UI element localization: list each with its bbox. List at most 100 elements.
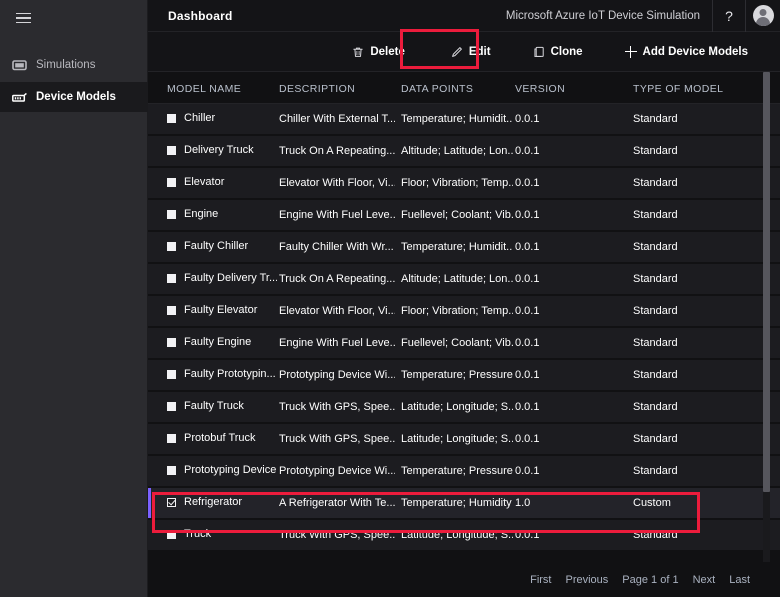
delete-button[interactable]: Delete: [338, 40, 419, 64]
checkbox-icon[interactable]: [167, 209, 176, 219]
edit-button-label: Edit: [468, 45, 491, 58]
pagination-page-info: Page 1 of 1: [622, 573, 679, 586]
checkbox-icon[interactable]: [167, 433, 176, 443]
vertical-scrollbar-thumb[interactable]: [763, 72, 770, 492]
cell-type-of-model: Standard: [633, 113, 678, 125]
checkbox-icon[interactable]: [167, 337, 176, 347]
cell-type-of-model: Standard: [633, 273, 678, 285]
checkbox-icon[interactable]: [167, 465, 176, 475]
model-name-label: Prototyping Device: [184, 464, 277, 476]
cell-data-points: Latitude; Longitude; S...: [401, 529, 513, 541]
device-icon: [12, 91, 27, 104]
cell-type-of-model: Standard: [633, 145, 678, 157]
cell-model-name: Truck: [167, 528, 277, 540]
cell-model-name: Faulty Delivery Tr...: [167, 272, 277, 284]
cell-description: Engine With Fuel Leve...: [279, 209, 395, 221]
cell-data-points: Fuellevel; Coolant; Vib...: [401, 209, 513, 221]
cell-description: Engine With Fuel Leve...: [279, 337, 395, 349]
help-icon[interactable]: ?: [712, 0, 746, 32]
table-row[interactable]: Protobuf Truck Truck With GPS, Spee... Lat…: [148, 424, 780, 454]
cell-type-of-model: Custom: [633, 497, 671, 509]
cell-model-name: Chiller: [167, 112, 277, 124]
pencil-icon: [451, 46, 463, 58]
row-selection-accent: [148, 136, 151, 166]
column-header-data-points[interactable]: DATA POINTS: [401, 83, 513, 95]
cell-data-points: Fuellevel; Coolant; Vib...: [401, 337, 513, 349]
checkbox-icon[interactable]: [167, 241, 176, 251]
cell-description: Chiller With External T...: [279, 113, 395, 125]
device-models-table: MODEL NAME DESCRIPTION DATA POINTS VERSI…: [148, 72, 780, 562]
checkbox-icon[interactable]: [167, 145, 176, 155]
cell-data-points: Latitude; Longitude; S...: [401, 401, 513, 413]
table-row[interactable]: Faulty Chiller Faulty Chiller With Wr... T…: [148, 232, 780, 262]
cell-data-points: Temperature; Pressure...: [401, 465, 513, 477]
table-row[interactable]: Refrigerator A Refrigerator With Te... Tem…: [148, 488, 780, 518]
cell-data-points: Latitude; Longitude; S...: [401, 433, 513, 445]
clone-button[interactable]: Clone: [519, 40, 597, 64]
cell-version: 0.0.1: [515, 433, 540, 445]
cell-model-name: Delivery Truck: [167, 144, 277, 156]
checkbox-icon[interactable]: [167, 401, 176, 411]
model-name-label: Delivery Truck: [184, 144, 254, 156]
table-row[interactable]: Faulty Elevator Elevator With Floor, Vi..…: [148, 296, 780, 326]
table-row[interactable]: Faulty Truck Truck With GPS, Spee... Latit…: [148, 392, 780, 422]
pagination-last[interactable]: Last: [729, 574, 750, 586]
table-body: Chiller Chiller With External T... Tempera…: [148, 104, 780, 550]
cell-type-of-model: Standard: [633, 337, 678, 349]
table-row[interactable]: Faulty Engine Engine With Fuel Leve... Fue…: [148, 328, 780, 358]
column-header-type-of-model[interactable]: TYPE OF MODEL: [633, 83, 743, 95]
action-toolbar: Delete Edit Clone Add Device Models: [148, 32, 780, 72]
table-row[interactable]: Elevator Elevator With Floor, Vi... Floor;…: [148, 168, 780, 198]
table-row[interactable]: Chiller Chiller With External T... Tempera…: [148, 104, 780, 134]
cell-model-name: Engine: [167, 208, 277, 220]
table-row[interactable]: Truck Truck With GPS, Spee... Latitude; Lo…: [148, 520, 780, 550]
checkbox-icon[interactable]: [167, 273, 176, 283]
table-row[interactable]: Prototyping Device Prototyping Device Wi.…: [148, 456, 780, 486]
cell-data-points: Floor; Vibration; Temp...: [401, 177, 513, 189]
cell-description: Faulty Chiller With Wr...: [279, 241, 394, 253]
checkbox-icon[interactable]: [167, 177, 176, 187]
table-row[interactable]: Faulty Delivery Tr... Truck On A Repeatin…: [148, 264, 780, 294]
sidebar-item-simulations[interactable]: Simulations: [0, 50, 148, 80]
cell-description: Truck With GPS, Spee...: [279, 433, 395, 445]
table-row[interactable]: Delivery Truck Truck On A Repeating... Alt…: [148, 136, 780, 166]
pagination-first[interactable]: First: [530, 574, 551, 586]
cell-description: Truck With GPS, Spee...: [279, 529, 395, 541]
checkbox-icon[interactable]: [167, 305, 176, 315]
trash-icon: [352, 46, 364, 58]
cell-model-name: Faulty Truck: [167, 400, 277, 412]
row-selection-accent: [148, 264, 151, 294]
cell-description: Truck With GPS, Spee...: [279, 401, 395, 413]
add-device-models-label: Add Device Models: [642, 45, 748, 58]
model-name-label: Faulty Elevator: [184, 304, 258, 316]
monitor-icon: [12, 59, 27, 72]
row-selection-accent: [148, 200, 151, 230]
checkbox-icon[interactable]: [167, 369, 176, 379]
add-device-models-button[interactable]: Add Device Models: [611, 40, 762, 64]
checkbox-checked-icon[interactable]: [167, 497, 176, 507]
checkbox-icon[interactable]: [167, 113, 176, 123]
model-name-label: Chiller: [184, 112, 216, 124]
cell-description: Prototyping Device Wi...: [279, 465, 395, 477]
cell-version: 0.0.1: [515, 305, 540, 317]
table-row[interactable]: Faulty Prototypin... Prototyping Device W…: [148, 360, 780, 390]
row-selection-accent: [148, 328, 151, 358]
hamburger-icon[interactable]: [8, 6, 38, 30]
delete-button-label: Delete: [370, 45, 405, 58]
sidebar-item-device-models[interactable]: Device Models: [0, 82, 148, 112]
column-header-version[interactable]: VERSION: [515, 83, 575, 95]
pagination-previous[interactable]: Previous: [566, 574, 609, 586]
cell-model-name: Protobuf Truck: [167, 432, 277, 444]
column-header-description[interactable]: DESCRIPTION: [279, 83, 395, 95]
cell-model-name: Faulty Prototypin...: [167, 368, 277, 380]
product-name: Microsoft Azure IoT Device Simulation: [505, 9, 700, 22]
cell-data-points: Altitude; Latitude; Lon...: [401, 145, 513, 157]
cell-version: 0.0.1: [515, 177, 540, 189]
column-header-model-name[interactable]: MODEL NAME: [167, 83, 277, 95]
avatar[interactable]: [746, 0, 780, 32]
edit-button[interactable]: Edit: [437, 40, 505, 64]
table-row[interactable]: Engine Engine With Fuel Leve... Fuellevel;…: [148, 200, 780, 230]
pagination-next[interactable]: Next: [693, 574, 716, 586]
checkbox-icon[interactable]: [167, 529, 176, 539]
user-avatar-icon: [752, 5, 774, 26]
